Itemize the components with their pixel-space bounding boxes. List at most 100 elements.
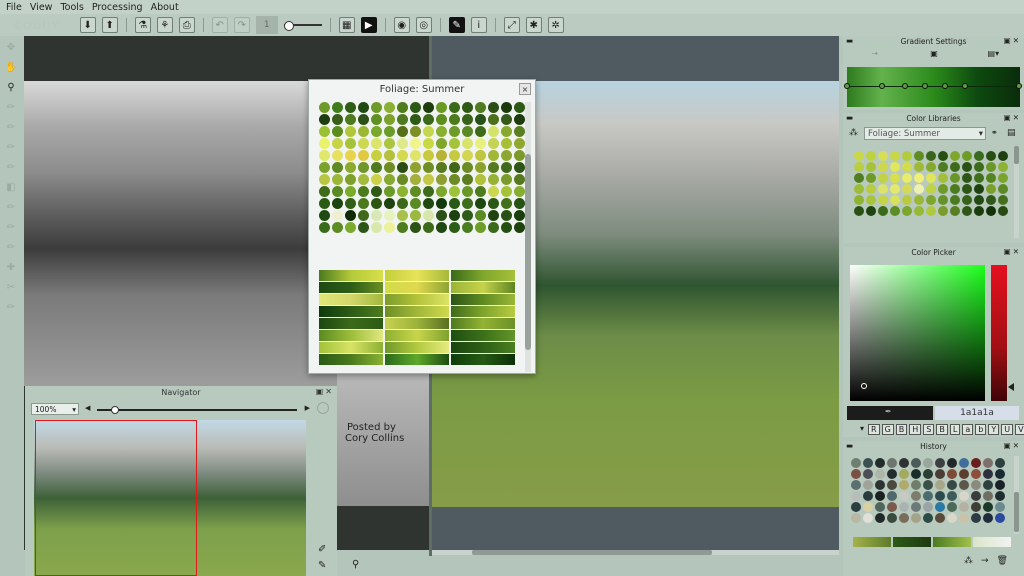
color-swatch[interactable]: [332, 198, 343, 209]
color-swatch[interactable]: [371, 162, 382, 173]
color-swatch[interactable]: [514, 102, 525, 113]
library-select[interactable]: Foliage: Summer ▾: [864, 127, 986, 140]
color-swatch[interactable]: [462, 126, 473, 137]
color-swatch[interactable]: [423, 102, 434, 113]
hue-slider[interactable]: [991, 265, 1007, 401]
color-swatch[interactable]: [423, 126, 434, 137]
color-swatch[interactable]: [319, 174, 330, 185]
library-color-swatch[interactable]: [974, 184, 984, 194]
history-color-swatch[interactable]: [887, 502, 897, 512]
color-swatch[interactable]: [462, 174, 473, 185]
color-swatch[interactable]: [397, 150, 408, 161]
color-swatch[interactable]: [462, 138, 473, 149]
color-swatch[interactable]: [319, 198, 330, 209]
color-swatch[interactable]: [449, 126, 460, 137]
gradient-swatch[interactable]: [385, 354, 449, 365]
share-icon[interactable]: ⁂: [964, 556, 973, 566]
history-color-swatch[interactable]: [923, 458, 933, 468]
library-color-swatch[interactable]: [854, 151, 864, 161]
brush-icon[interactable]: ✏: [4, 140, 18, 154]
gradient-swatch[interactable]: [319, 294, 383, 305]
brush-size-slider[interactable]: [283, 21, 322, 31]
library-color-swatch[interactable]: [878, 173, 888, 183]
library-color-swatch[interactable]: [950, 184, 960, 194]
zoom-select[interactable]: 100% ▾: [31, 403, 79, 415]
gradient-stop[interactable]: [902, 83, 908, 89]
history-color-swatch[interactable]: [875, 458, 885, 468]
color-swatch[interactable]: [345, 162, 356, 173]
library-color-swatch[interactable]: [890, 151, 900, 161]
color-swatch[interactable]: [423, 198, 434, 209]
library-color-swatch[interactable]: [866, 206, 876, 216]
history-color-swatch[interactable]: [971, 458, 981, 468]
color-swatch[interactable]: [501, 114, 512, 125]
color-swatch[interactable]: [345, 126, 356, 137]
color-swatch[interactable]: [462, 186, 473, 197]
library-color-swatch[interactable]: [950, 173, 960, 183]
mode-h[interactable]: H: [909, 424, 922, 435]
library-color-swatch[interactable]: [902, 151, 912, 161]
history-color-swatch[interactable]: [923, 491, 933, 501]
color-swatch[interactable]: [332, 102, 343, 113]
color-swatch[interactable]: [449, 114, 460, 125]
pencil-icon[interactable]: ✎: [448, 17, 465, 33]
history-color-swatch[interactable]: [851, 458, 861, 468]
gradient-swatch[interactable]: [451, 342, 515, 353]
color-swatch[interactable]: [332, 150, 343, 161]
brush-icon[interactable]: ✏: [4, 220, 18, 234]
history-color-swatch[interactable]: [875, 480, 885, 490]
library-color-swatch[interactable]: [878, 206, 888, 216]
color-swatch[interactable]: [358, 114, 369, 125]
history-color-swatch[interactable]: [983, 502, 993, 512]
color-swatch[interactable]: [410, 174, 421, 185]
menu-view[interactable]: View: [30, 2, 53, 13]
color-swatch[interactable]: [423, 162, 434, 173]
result-hscrollbar[interactable]: [432, 550, 839, 555]
color-swatch[interactable]: [514, 174, 525, 185]
color-swatch[interactable]: [371, 222, 382, 233]
history-color-swatch[interactable]: [851, 469, 861, 479]
history-color-swatch[interactable]: [863, 513, 873, 523]
color-swatch[interactable]: [397, 102, 408, 113]
color-swatch[interactable]: [475, 114, 486, 125]
gradient-swatch[interactable]: [385, 318, 449, 329]
color-swatch[interactable]: [358, 162, 369, 173]
library-color-swatch[interactable]: [866, 173, 876, 183]
bug-icon[interactable]: ✲: [547, 17, 564, 33]
color-swatch[interactable]: [423, 186, 434, 197]
color-swatch[interactable]: [514, 222, 525, 233]
color-swatch[interactable]: [332, 114, 343, 125]
color-swatch[interactable]: [514, 126, 525, 137]
gradient-save-icon[interactable]: ▣: [906, 49, 961, 60]
color-swatch[interactable]: [319, 162, 330, 173]
history-color-swatch[interactable]: [887, 480, 897, 490]
color-swatch[interactable]: [397, 186, 408, 197]
mode-y[interactable]: Y: [988, 424, 1000, 435]
color-swatch[interactable]: [501, 162, 512, 173]
mode-a[interactable]: a: [962, 424, 974, 435]
trash-icon[interactable]: 🗑: [997, 556, 1008, 566]
library-color-swatch[interactable]: [950, 151, 960, 161]
history-color-swatch[interactable]: [899, 513, 909, 523]
library-color-swatch[interactable]: [974, 173, 984, 183]
mode-b2[interactable]: B: [936, 424, 948, 435]
color-swatch[interactable]: [358, 150, 369, 161]
history-color-swatch[interactable]: [983, 480, 993, 490]
history-brush-icon[interactable]: ✐: [318, 544, 326, 555]
gradient-swatch[interactable]: [385, 342, 449, 353]
color-swatch[interactable]: [384, 174, 395, 185]
library-color-swatch[interactable]: [962, 195, 972, 205]
library-color-swatch[interactable]: [914, 206, 924, 216]
gradient-stop[interactable]: [844, 83, 850, 89]
color-swatch[interactable]: [475, 126, 486, 137]
color-swatch[interactable]: [488, 162, 499, 173]
color-swatch[interactable]: [475, 198, 486, 209]
hex-value-field[interactable]: 1a1a1a: [935, 406, 1019, 420]
library-color-swatch[interactable]: [938, 162, 948, 172]
color-swatch[interactable]: [371, 102, 382, 113]
color-swatch[interactable]: [436, 138, 447, 149]
color-swatch[interactable]: [462, 222, 473, 233]
color-swatch[interactable]: [371, 138, 382, 149]
library-color-swatch[interactable]: [938, 206, 948, 216]
gradient-swatch[interactable]: [451, 306, 515, 317]
